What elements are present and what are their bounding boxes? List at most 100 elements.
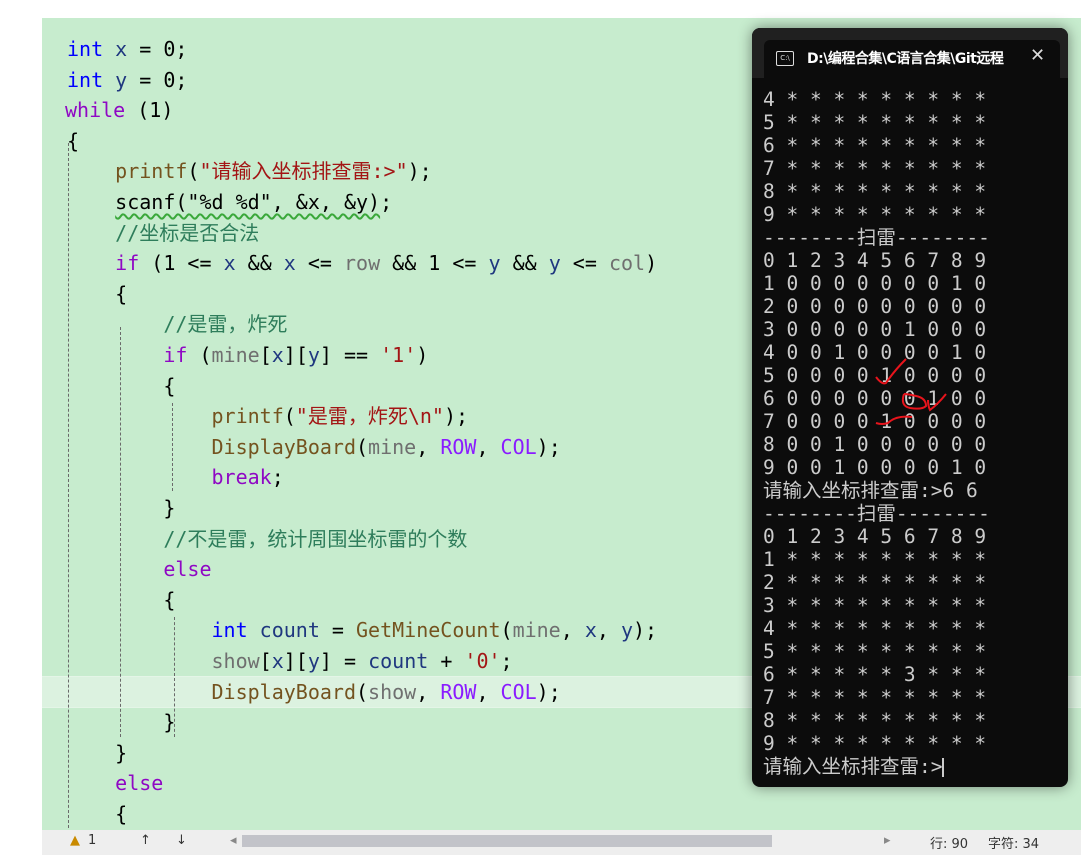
code-token: } <box>163 710 176 735</box>
code-line[interactable]: break; <box>67 462 284 492</box>
code-token: DisplayBoard <box>211 679 357 704</box>
console-line-text: 7 * * * * * * * * * <box>763 157 987 180</box>
code-token: && <box>235 251 284 276</box>
code-token: ] = <box>319 649 369 673</box>
code-token: '1' <box>380 343 417 367</box>
code-token: '0' <box>464 649 501 673</box>
code-line[interactable]: //是雷，炸死 <box>67 309 287 339</box>
code-line[interactable]: printf("是雷，炸死\n"); <box>67 401 469 431</box>
code-line[interactable]: int y = 0; <box>67 65 187 95</box>
code-token: while <box>65 98 126 123</box>
previous-issue-button[interactable]: ↑ <box>140 833 151 848</box>
code-line[interactable]: { <box>67 585 175 615</box>
console-line-text: 6 0 0 0 0 0 0 1 0 0 <box>763 387 987 410</box>
code-line[interactable]: { <box>67 279 127 309</box>
code-token: x <box>271 343 284 367</box>
code-token: = 0; <box>139 67 188 92</box>
code-token: count <box>247 618 332 643</box>
code-token: ); <box>633 618 658 643</box>
code-line[interactable]: { <box>67 799 127 829</box>
code-token: else <box>115 771 164 796</box>
code-token: y <box>548 251 561 276</box>
code-line[interactable]: } <box>67 707 175 737</box>
code-line[interactable]: printf("请输入坐标排查雷:>"); <box>67 156 432 186</box>
code-token: [ <box>259 649 272 673</box>
code-token: { <box>67 128 80 153</box>
horizontal-scrollbar[interactable] <box>242 835 772 847</box>
console-line-text: 请输入坐标排查雷:>6 6 <box>763 479 978 502</box>
code-token: "请输入坐标排查雷:>" <box>199 159 408 184</box>
code-token: , <box>476 434 501 459</box>
code-token: int <box>211 618 248 643</box>
code-token: ) <box>645 251 658 276</box>
console-line: 6 * * * * * * * * * <box>763 134 986 157</box>
console-line-text: 3 * * * * * * * * * <box>763 594 987 617</box>
code-token: ( <box>356 434 369 459</box>
console-line-text: 5 * * * * * * * * * <box>763 640 987 663</box>
code-token: x <box>283 251 296 276</box>
code-token: ; <box>500 649 513 673</box>
code-token: x <box>103 37 140 61</box>
console-line-text: 2 0 0 0 0 0 0 0 0 0 <box>763 295 987 318</box>
code-line[interactable]: scanf("%d %d", &x, &y); <box>67 187 392 217</box>
code-line[interactable]: show[x][y] = count + '0'; <box>67 646 513 676</box>
next-issue-button[interactable]: ↓ <box>176 833 187 848</box>
code-line[interactable]: //不是雷，统计周围坐标雷的个数 <box>67 524 467 554</box>
code-line[interactable]: int x = 0; <box>67 34 187 64</box>
console-line-text: 7 * * * * * * * * * <box>763 686 987 709</box>
console-line-text: 请输入坐标排查雷:> <box>763 755 943 778</box>
console-line-text: 9 * * * * * * * * * <box>763 203 987 226</box>
code-line[interactable]: { <box>67 371 175 401</box>
code-token: ( <box>283 404 296 429</box>
code-line[interactable]: else <box>67 554 211 584</box>
console-line-text: 4 * * * * * * * * * <box>763 617 987 640</box>
console-line: 5 * * * * * * * * * <box>763 640 986 663</box>
console-line: 8 * * * * * * * * * <box>763 180 986 203</box>
console-line-text: 5 0 0 0 0 1 0 0 0 0 <box>763 364 987 387</box>
scroll-right-button[interactable]: ▸ <box>884 833 891 848</box>
scroll-left-button[interactable]: ◂ <box>230 833 237 848</box>
console-line-text: 6 * * * * * * * * * <box>763 134 987 157</box>
code-token: { <box>115 802 128 826</box>
code-token: //不是雷，统计周围坐标雷的个数 <box>163 526 468 551</box>
code-token: COL <box>500 434 537 459</box>
code-token: ] == <box>319 343 381 367</box>
code-token: ( <box>187 343 212 367</box>
code-line[interactable]: if (1 <= x && x <= row && 1 <= y && y <=… <box>67 248 657 278</box>
console-line-text: 1 0 0 0 0 0 0 0 1 0 <box>763 272 987 295</box>
code-line[interactable]: DisplayBoard(mine, ROW, COL); <box>67 432 561 462</box>
code-line[interactable]: else <box>67 768 163 798</box>
warning-icon[interactable]: ▲ <box>70 833 80 848</box>
code-token: scanf("%d %d", &x, &y) <box>115 190 381 214</box>
code-token: } <box>115 740 128 765</box>
code-line[interactable]: while (1) <box>65 95 173 125</box>
char-indicator[interactable]: 字符: 34 <box>988 833 1039 852</box>
console-tab[interactable]: C:\ D:\编程合集\C语言合集\Git远程 ✕ <box>764 40 1060 78</box>
code-token: ( <box>356 679 369 704</box>
code-line[interactable]: //坐标是否合法 <box>67 218 259 248</box>
code-token: && <box>500 251 549 276</box>
console-line: 2 0 0 0 0 0 0 0 0 0 <box>763 295 986 318</box>
code-line[interactable]: } <box>67 738 127 768</box>
line-indicator[interactable]: 行: 90 <box>930 833 968 852</box>
close-icon[interactable]: ✕ <box>1030 45 1045 66</box>
warning-count[interactable]: 1 <box>88 833 96 848</box>
code-line[interactable]: int count = GetMineCount(mine, x, y); <box>67 615 658 645</box>
code-token: , <box>416 679 441 704</box>
code-line[interactable]: if (mine[x][y] == '1') <box>67 340 428 370</box>
code-line[interactable]: DisplayBoard(show, ROW, COL); <box>67 677 561 707</box>
code-token: (1) <box>125 98 174 123</box>
code-line[interactable]: { <box>67 126 79 156</box>
code-line[interactable]: } <box>67 493 175 523</box>
code-token: , <box>560 618 585 643</box>
console-line-text: 8 * * * * * * * * * <box>763 709 987 732</box>
console-window[interactable]: C:\ D:\编程合集\C语言合集\Git远程 ✕ 4 * * * * * * … <box>752 28 1068 787</box>
code-token: if <box>115 251 140 276</box>
code-token: int <box>67 67 104 92</box>
